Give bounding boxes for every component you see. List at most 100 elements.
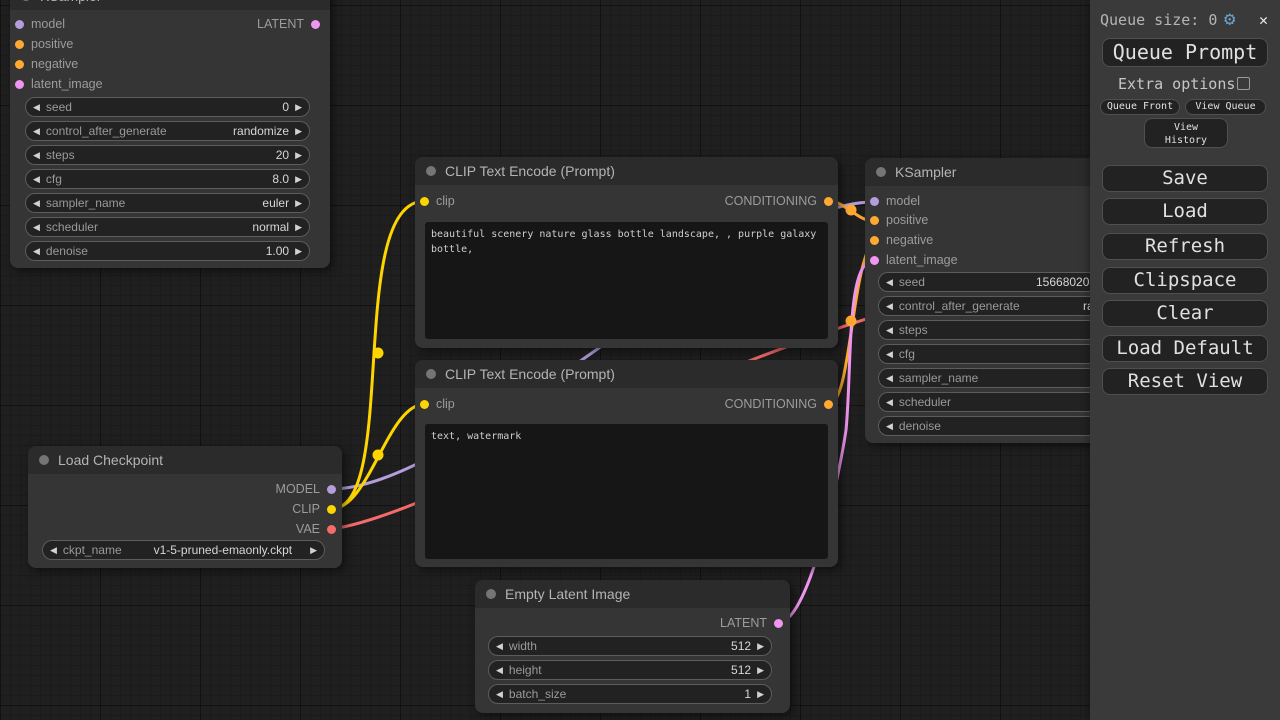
port-dot-latent-image[interactable] bbox=[15, 80, 24, 89]
node-ksampler-left[interactable]: KSampler model positive negative latent_… bbox=[10, 0, 330, 268]
input-port-model[interactable]: model bbox=[15, 15, 65, 33]
settings-gear-icon[interactable]: ⚙ bbox=[1224, 8, 1235, 30]
port-dot-conditioning[interactable] bbox=[824, 400, 833, 409]
load-default-button[interactable]: Load Default bbox=[1102, 335, 1268, 362]
output-port-latent[interactable]: LATENT bbox=[257, 15, 320, 33]
clear-button[interactable]: Clear bbox=[1102, 300, 1268, 327]
port-dot-clip[interactable] bbox=[420, 197, 429, 206]
refresh-button[interactable]: Refresh bbox=[1102, 233, 1268, 260]
decrement-arrow-icon[interactable]: ◀ bbox=[496, 636, 503, 656]
collapse-dot-icon[interactable] bbox=[876, 167, 886, 177]
output-port-conditioning[interactable]: CONDITIONING bbox=[725, 395, 833, 413]
decrement-arrow-icon[interactable]: ◀ bbox=[33, 241, 40, 261]
input-port-positive[interactable]: positive bbox=[870, 211, 928, 229]
increment-arrow-icon[interactable]: ▶ bbox=[295, 121, 302, 141]
collapse-dot-icon[interactable] bbox=[426, 166, 436, 176]
node-title-bar[interactable]: CLIP Text Encode (Prompt) bbox=[415, 157, 838, 185]
decrement-arrow-icon[interactable]: ◀ bbox=[496, 660, 503, 680]
queue-prompt-button[interactable]: Queue Prompt bbox=[1102, 38, 1268, 67]
port-dot-conditioning[interactable] bbox=[824, 197, 833, 206]
node-load-checkpoint[interactable]: Load Checkpoint MODEL CLIP VAE ◀ ckpt_na… bbox=[28, 446, 342, 568]
decrement-arrow-icon[interactable]: ◀ bbox=[886, 320, 893, 340]
port-dot-latent-image[interactable] bbox=[870, 256, 879, 265]
negative-prompt-textarea[interactable]: text, watermark bbox=[425, 424, 828, 559]
increment-arrow-icon[interactable]: ▶ bbox=[295, 217, 302, 237]
decrement-arrow-icon[interactable]: ◀ bbox=[886, 416, 893, 436]
input-port-clip[interactable]: clip bbox=[420, 395, 455, 413]
collapse-dot-icon[interactable] bbox=[21, 0, 31, 1]
port-dot-negative[interactable] bbox=[870, 236, 879, 245]
increment-arrow-icon[interactable]: ▶ bbox=[295, 145, 302, 165]
port-dot-model[interactable] bbox=[870, 197, 879, 206]
decrement-arrow-icon[interactable]: ◀ bbox=[33, 145, 40, 165]
port-dot-model[interactable] bbox=[15, 20, 24, 29]
port-dot-clip[interactable] bbox=[327, 505, 336, 514]
decrement-arrow-icon[interactable]: ◀ bbox=[496, 684, 503, 704]
input-port-latent-image[interactable]: latent_image bbox=[15, 75, 103, 93]
view-queue-button[interactable]: View Queue bbox=[1185, 99, 1266, 115]
collapse-dot-icon[interactable] bbox=[486, 589, 496, 599]
node-clip-text-encode-positive[interactable]: CLIP Text Encode (Prompt) clip CONDITION… bbox=[415, 157, 838, 348]
decrement-arrow-icon[interactable]: ◀ bbox=[33, 193, 40, 213]
decrement-arrow-icon[interactable]: ◀ bbox=[886, 272, 893, 292]
widget-control-after-generate[interactable]: ◀ control_after_generate randomize ▶ bbox=[25, 121, 310, 141]
increment-arrow-icon[interactable]: ▶ bbox=[757, 660, 764, 680]
widget-seed[interactable]: ◀ seed 0 ▶ bbox=[25, 97, 310, 117]
port-dot-vae[interactable] bbox=[327, 525, 336, 534]
extra-options-checkbox[interactable] bbox=[1237, 77, 1250, 90]
load-button[interactable]: Load bbox=[1102, 198, 1268, 225]
collapse-dot-icon[interactable] bbox=[39, 455, 49, 465]
input-port-latent-image[interactable]: latent_image bbox=[870, 251, 958, 269]
close-icon[interactable]: ✕ bbox=[1259, 11, 1268, 29]
decrement-arrow-icon[interactable]: ◀ bbox=[33, 217, 40, 237]
node-empty-latent-image[interactable]: Empty Latent Image LATENT ◀ width 512 ▶ … bbox=[475, 580, 790, 713]
port-dot-positive[interactable] bbox=[15, 40, 24, 49]
output-port-conditioning[interactable]: CONDITIONING bbox=[725, 192, 833, 210]
output-port-model[interactable]: MODEL bbox=[276, 480, 336, 498]
widget-height[interactable]: ◀ height 512 ▶ bbox=[488, 660, 772, 680]
node-title-bar[interactable]: KSampler bbox=[10, 0, 330, 10]
decrement-arrow-icon[interactable]: ◀ bbox=[886, 368, 893, 388]
port-dot-model[interactable] bbox=[327, 485, 336, 494]
decrement-arrow-icon[interactable]: ◀ bbox=[33, 169, 40, 189]
decrement-arrow-icon[interactable]: ◀ bbox=[886, 296, 893, 316]
widget-batch-size[interactable]: ◀ batch_size 1 ▶ bbox=[488, 684, 772, 704]
node-clip-text-encode-negative[interactable]: CLIP Text Encode (Prompt) clip CONDITION… bbox=[415, 360, 838, 567]
clipspace-button[interactable]: Clipspace bbox=[1102, 267, 1268, 294]
increment-arrow-icon[interactable]: ▶ bbox=[295, 193, 302, 213]
decrement-arrow-icon[interactable]: ◀ bbox=[33, 121, 40, 141]
queue-front-button[interactable]: Queue Front bbox=[1100, 99, 1180, 115]
input-port-clip[interactable]: clip bbox=[420, 192, 455, 210]
decrement-arrow-icon[interactable]: ◀ bbox=[886, 344, 893, 364]
port-dot-latent[interactable] bbox=[774, 619, 783, 628]
collapse-dot-icon[interactable] bbox=[426, 369, 436, 379]
widget-ckpt-name[interactable]: ◀ ckpt_name v1-5-pruned-emaonly.ckpt ▶ bbox=[42, 540, 325, 560]
widget-steps[interactable]: ◀ steps 20 ▶ bbox=[25, 145, 310, 165]
port-dot-positive[interactable] bbox=[870, 216, 879, 225]
output-port-vae[interactable]: VAE bbox=[296, 520, 336, 538]
view-history-button[interactable]: View History bbox=[1144, 118, 1228, 148]
node-title-bar[interactable]: Load Checkpoint bbox=[28, 446, 342, 474]
node-title-bar[interactable]: CLIP Text Encode (Prompt) bbox=[415, 360, 838, 388]
increment-arrow-icon[interactable]: ▶ bbox=[757, 636, 764, 656]
increment-arrow-icon[interactable]: ▶ bbox=[310, 540, 317, 560]
port-dot-clip[interactable] bbox=[420, 400, 429, 409]
decrement-arrow-icon[interactable]: ◀ bbox=[50, 540, 57, 560]
widget-width[interactable]: ◀ width 512 ▶ bbox=[488, 636, 772, 656]
increment-arrow-icon[interactable]: ▶ bbox=[295, 241, 302, 261]
save-button[interactable]: Save bbox=[1102, 165, 1268, 192]
widget-scheduler[interactable]: ◀ scheduler normal ▶ bbox=[25, 217, 310, 237]
input-port-negative[interactable]: negative bbox=[15, 55, 78, 73]
widget-sampler-name[interactable]: ◀ sampler_name euler ▶ bbox=[25, 193, 310, 213]
increment-arrow-icon[interactable]: ▶ bbox=[295, 169, 302, 189]
node-title-bar[interactable]: Empty Latent Image bbox=[475, 580, 790, 608]
positive-prompt-textarea[interactable]: beautiful scenery nature glass bottle la… bbox=[425, 222, 828, 339]
decrement-arrow-icon[interactable]: ◀ bbox=[33, 97, 40, 117]
port-dot-negative[interactable] bbox=[15, 60, 24, 69]
input-port-model[interactable]: model bbox=[870, 192, 920, 210]
output-port-latent[interactable]: LATENT bbox=[720, 614, 783, 632]
widget-denoise[interactable]: ◀ denoise 1.00 ▶ bbox=[25, 241, 310, 261]
widget-cfg[interactable]: ◀ cfg 8.0 ▶ bbox=[25, 169, 310, 189]
increment-arrow-icon[interactable]: ▶ bbox=[757, 684, 764, 704]
input-port-positive[interactable]: positive bbox=[15, 35, 73, 53]
